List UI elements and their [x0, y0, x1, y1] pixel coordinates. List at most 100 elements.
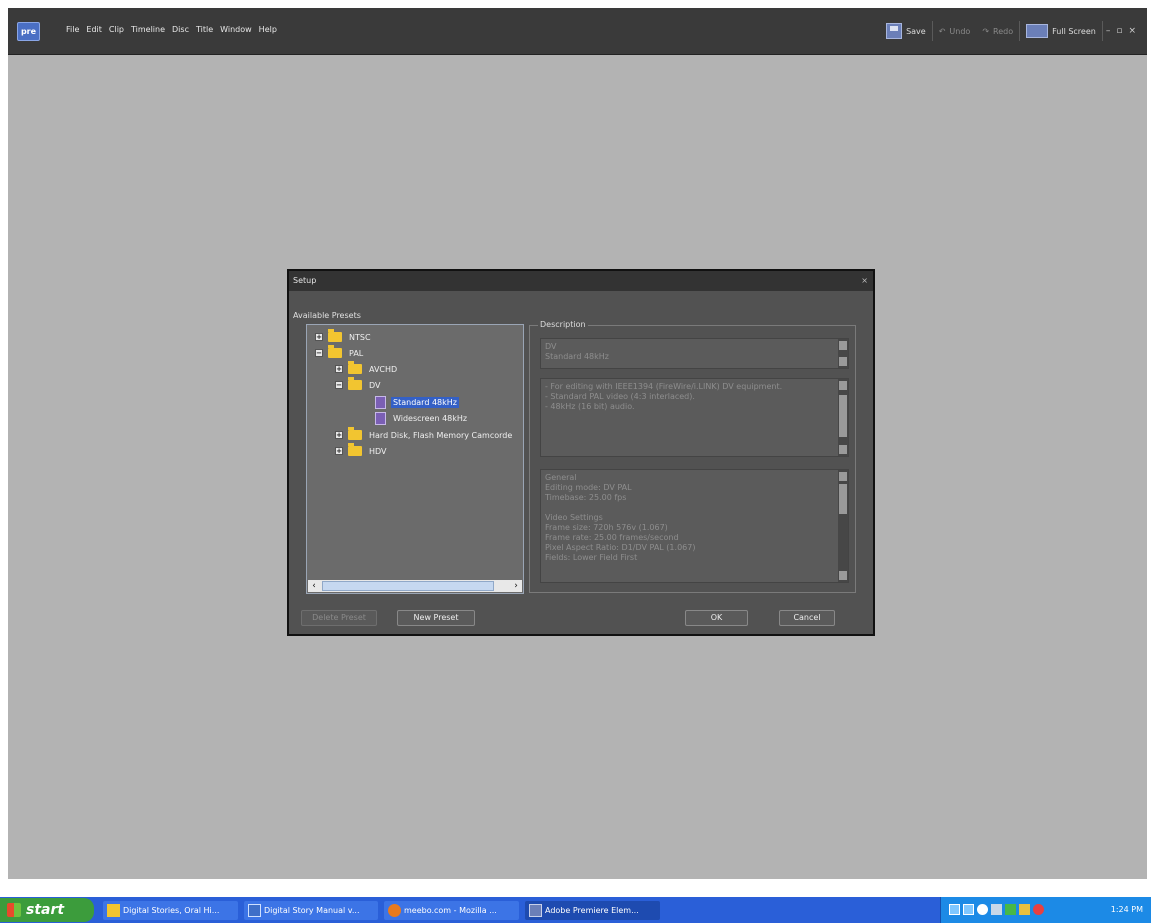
task-label: Adobe Premiere Elem... [545, 906, 639, 915]
menu-help[interactable]: Help [259, 25, 277, 34]
scroll-thumb[interactable] [322, 581, 494, 591]
task-label: Digital Story Manual v... [264, 906, 360, 915]
presets-tree[interactable]: + NTSC − PAL + AVCHD − DV Standard 48kHz… [306, 324, 524, 594]
undo-label: Undo [949, 26, 971, 36]
dialog-close-icon[interactable]: × [861, 271, 868, 291]
tree-item-standard-48khz[interactable]: Standard 48kHz [375, 395, 459, 409]
dialog-title-bar: Setup × [289, 271, 873, 291]
details-line: Frame size: 720h 576v (1.067) [545, 523, 668, 532]
folder-icon [348, 427, 362, 440]
save-button[interactable]: Save [880, 23, 932, 39]
ok-button[interactable]: OK [685, 610, 748, 626]
messenger-icon[interactable] [1019, 904, 1030, 915]
description-line: - 48kHz (16 bit) audio. [545, 402, 635, 411]
folder-icon [348, 361, 362, 374]
cancel-button[interactable]: Cancel [779, 610, 835, 626]
preset-icon [375, 395, 386, 409]
new-preset-button[interactable]: New Preset [397, 610, 475, 626]
scroll-down-icon[interactable] [839, 357, 847, 366]
undo-button[interactable]: ↶ Undo [933, 27, 977, 36]
taskbar-item-digital-story-manual[interactable]: Digital Story Manual v... [244, 901, 378, 920]
security-icon[interactable] [1005, 904, 1016, 915]
menu-timeline[interactable]: Timeline [131, 25, 165, 34]
menu-bar: pre File Edit Clip Timeline Disc Title W… [8, 8, 1147, 55]
display-icon[interactable] [963, 904, 974, 915]
restore-button[interactable]: ▫ [1113, 26, 1125, 36]
menu-edit[interactable]: Edit [86, 25, 102, 34]
taskbar-item-digital-stories[interactable]: Digital Stories, Oral Hi... [103, 901, 238, 920]
details-line: Timebase: 25.00 fps [545, 493, 627, 502]
description-line: DV [545, 342, 557, 351]
title-box-scrollbar[interactable] [838, 339, 848, 368]
tree-horizontal-scrollbar[interactable]: ‹ › [308, 580, 522, 592]
setup-dialog: Setup × Available Presets + NTSC − PAL +… [287, 269, 875, 636]
collapse-icon[interactable]: − [335, 381, 343, 389]
tree-item-avchd[interactable]: + AVCHD [335, 361, 399, 376]
update-icon[interactable] [977, 904, 988, 915]
redo-button[interactable]: ↷ Redo [976, 27, 1019, 36]
tree-item-label: Widescreen 48kHz [393, 413, 468, 423]
scroll-up-icon[interactable] [839, 381, 847, 390]
close-button[interactable]: × [1125, 26, 1139, 36]
description-notes-box: - For editing with IEEE1394 (FireWire/i.… [540, 378, 849, 457]
details-line: Frame rate: 25.00 frames/second [545, 533, 679, 542]
expand-icon[interactable]: + [335, 365, 343, 373]
tree-item-dv[interactable]: − DV [335, 377, 383, 392]
tree-item-hdv[interactable]: + HDV [335, 443, 389, 458]
tree-item-widescreen-48khz[interactable]: Widescreen 48kHz [375, 411, 469, 425]
scroll-left-icon[interactable]: ‹ [308, 580, 320, 592]
folder-icon [107, 904, 120, 917]
menu-disc[interactable]: Disc [172, 25, 189, 34]
full-screen-button[interactable]: Full Screen [1020, 24, 1102, 38]
scroll-right-icon[interactable]: › [510, 580, 522, 592]
tree-item-label: NTSC [349, 332, 371, 342]
scroll-up-icon[interactable] [839, 472, 847, 481]
details-line: Pixel Aspect Ratio: D1/DV PAL (1.067) [545, 543, 696, 552]
word-document-icon [248, 904, 261, 917]
collapse-icon[interactable]: − [315, 349, 323, 357]
full-screen-label: Full Screen [1052, 26, 1096, 36]
menu-title[interactable]: Title [196, 25, 213, 34]
preset-icon [375, 411, 386, 425]
menu-window[interactable]: Window [220, 25, 252, 34]
antivirus-icon[interactable] [1033, 904, 1044, 915]
expand-icon[interactable]: + [315, 333, 323, 341]
scroll-down-icon[interactable] [839, 445, 847, 454]
description-line: - For editing with IEEE1394 (FireWire/i.… [545, 382, 783, 391]
notes-box-scrollbar[interactable] [838, 379, 848, 456]
scroll-up-icon[interactable] [839, 341, 847, 350]
taskbar-item-meebo-firefox[interactable]: meebo.com - Mozilla ... [384, 901, 519, 920]
dialog-title: Setup [293, 276, 317, 285]
volume-icon[interactable] [991, 904, 1002, 915]
tree-item-label: HDV [369, 446, 387, 456]
scroll-thumb[interactable] [839, 484, 847, 514]
tree-item-label: AVCHD [369, 364, 398, 374]
windows-taskbar: start Digital Stories, Oral Hi... Digita… [0, 897, 1151, 923]
taskbar-item-adobe-premiere[interactable]: Adobe Premiere Elem... [525, 901, 660, 920]
details-box-scrollbar[interactable] [838, 470, 848, 582]
tree-item-label: DV [369, 380, 381, 390]
expand-icon[interactable]: + [335, 447, 343, 455]
delete-preset-button[interactable]: Delete Preset [301, 610, 377, 626]
scroll-thumb[interactable] [839, 395, 847, 437]
tree-item-label: Hard Disk, Flash Memory Camcorde [369, 430, 513, 440]
start-button[interactable]: start [0, 898, 94, 922]
scroll-down-icon[interactable] [839, 571, 847, 580]
tree-item-pal[interactable]: − PAL [315, 345, 365, 360]
description-line: Standard 48kHz [545, 352, 609, 361]
tree-item-hard-disk[interactable]: + Hard Disk, Flash Memory Camcorde [335, 427, 514, 442]
menu-clip[interactable]: Clip [109, 25, 124, 34]
minimize-button[interactable]: – [1103, 26, 1114, 36]
save-label: Save [906, 26, 926, 36]
network-icon[interactable] [949, 904, 960, 915]
expand-icon[interactable]: + [335, 431, 343, 439]
save-icon [886, 23, 903, 39]
task-label: Digital Stories, Oral Hi... [123, 906, 220, 915]
start-label: start [26, 902, 65, 918]
clock: 1:24 PM [1110, 905, 1143, 914]
description-title-box: DV Standard 48kHz [540, 338, 849, 369]
tree-item-ntsc[interactable]: + NTSC [315, 329, 373, 344]
menu-file[interactable]: File [66, 25, 79, 34]
details-line: Video Settings [545, 513, 603, 522]
details-line: Fields: Lower Field First [545, 553, 638, 562]
